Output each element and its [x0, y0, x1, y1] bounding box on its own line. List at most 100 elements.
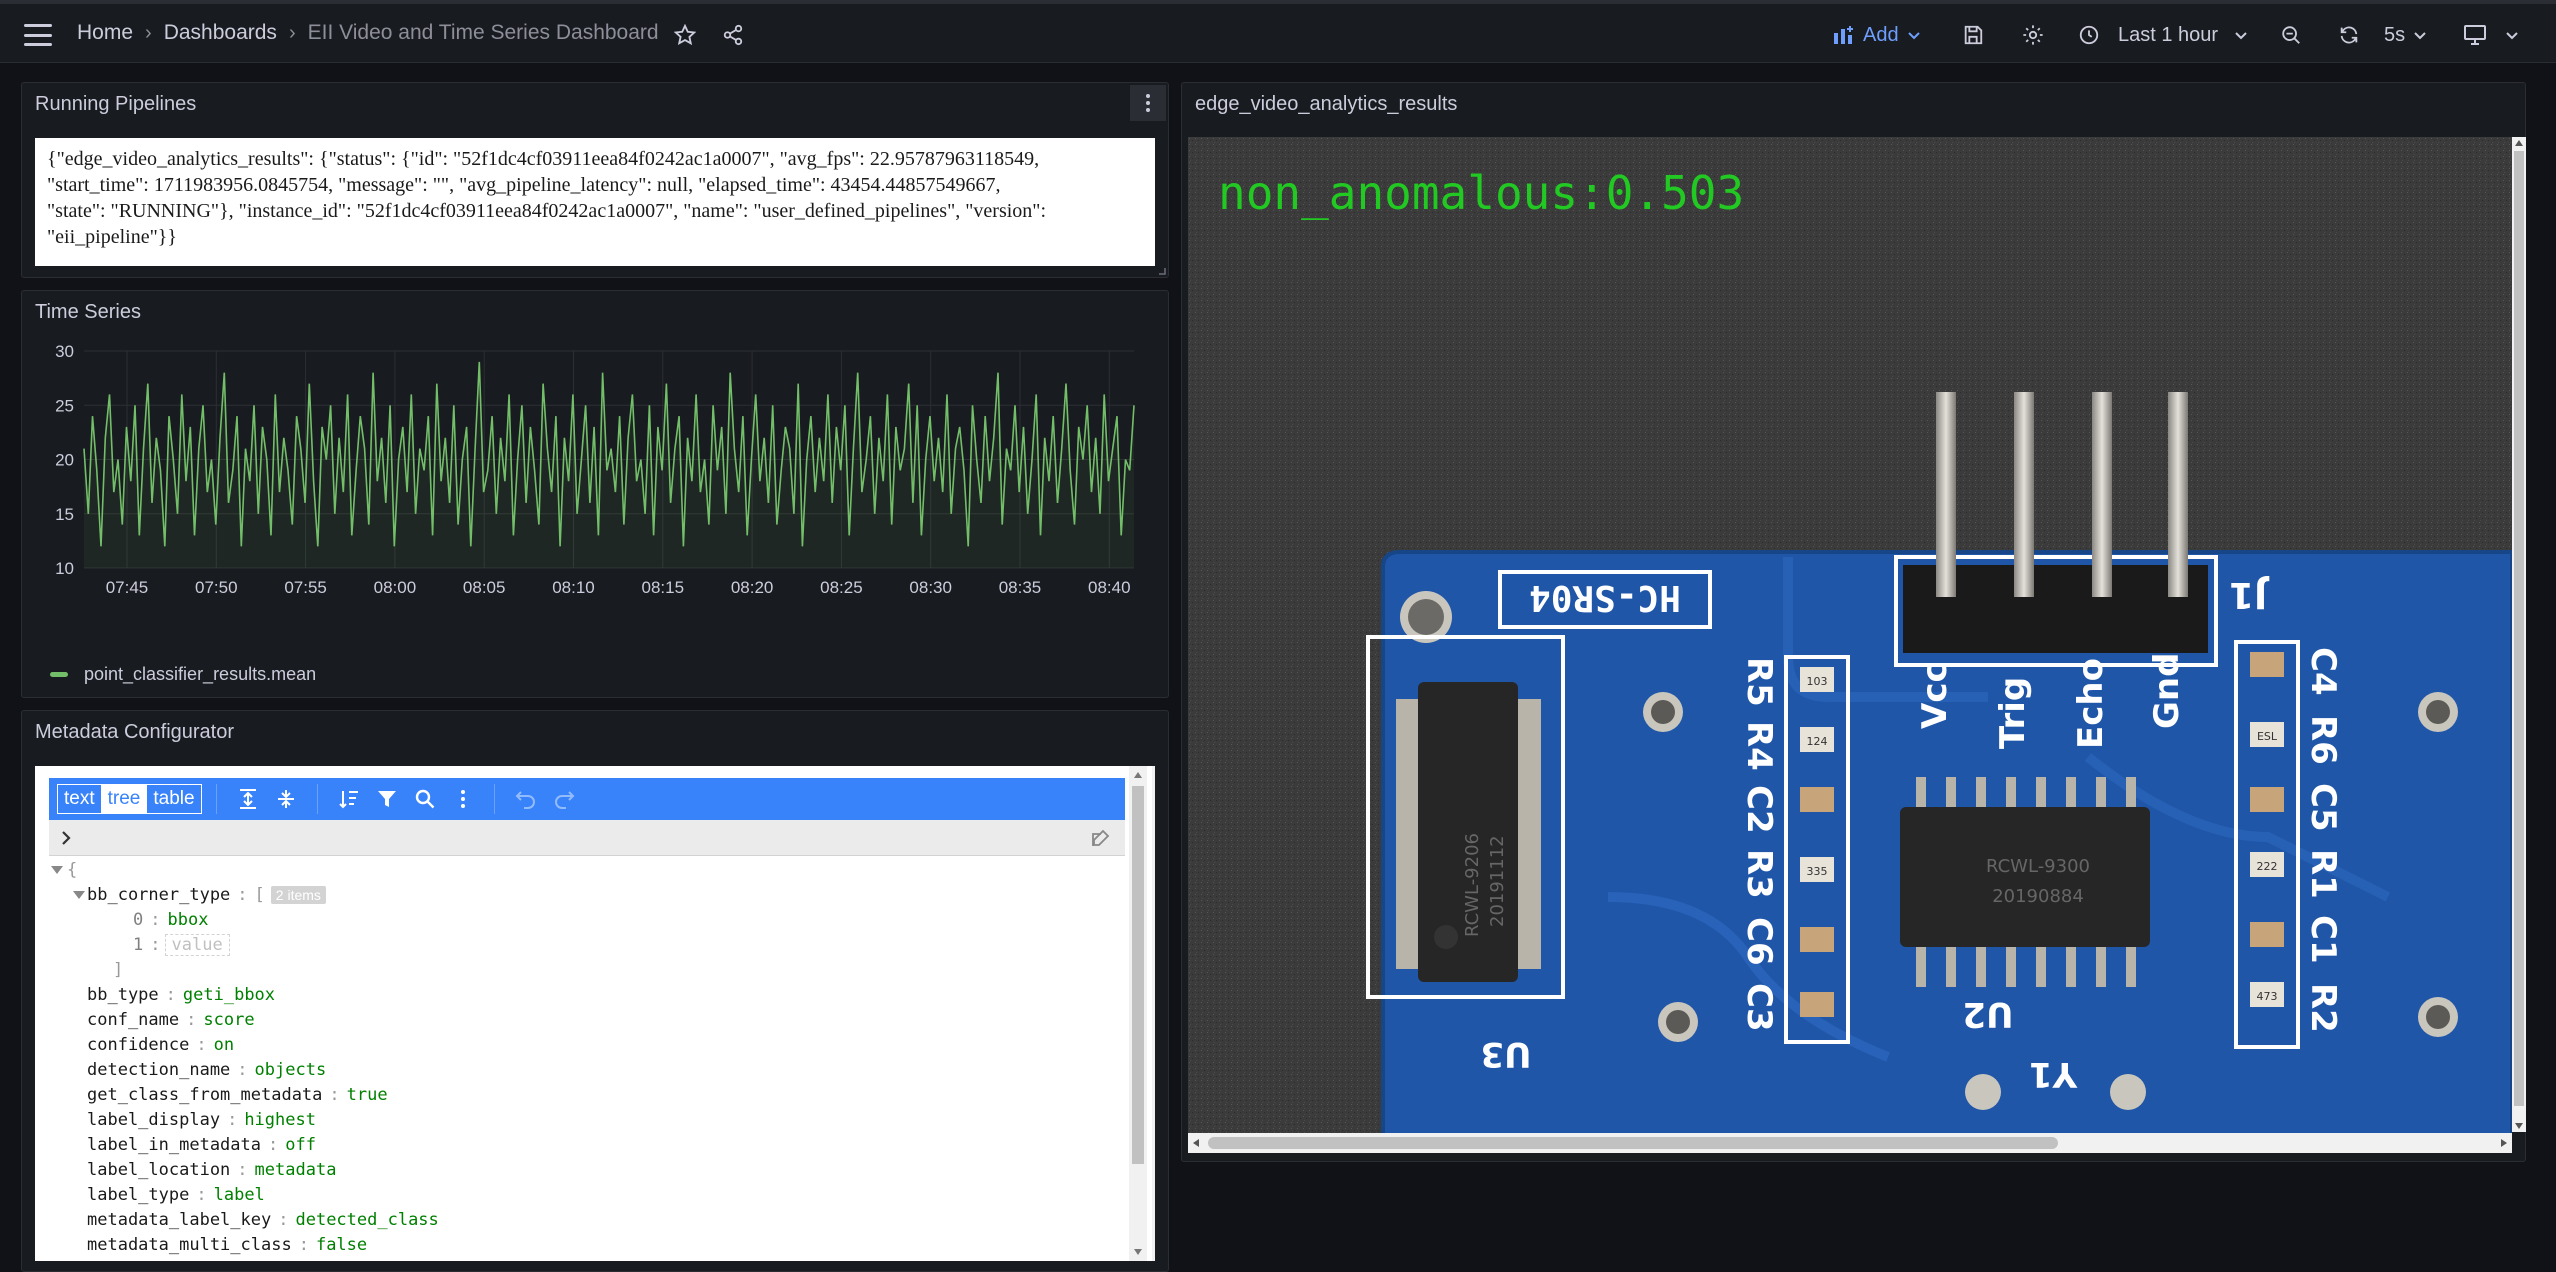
search-icon[interactable] [408, 782, 442, 816]
empty-value-field[interactable]: value [164, 934, 230, 956]
x-tick-label: 08:30 [909, 578, 952, 597]
json-editor-toolbar: text tree table [49, 778, 1125, 820]
tree-row[interactable]: bb_type: geti_bbox [87, 983, 275, 1007]
json-value[interactable]: geti_bbox [183, 985, 275, 1005]
board-label-j1: J1 [2229, 574, 2270, 615]
x-tick-label: 07:55 [284, 578, 327, 597]
add-button[interactable]: Add [1833, 18, 1921, 52]
tree-row[interactable]: confidence: on [87, 1033, 234, 1057]
redo-icon[interactable] [547, 782, 581, 816]
refresh-icon[interactable] [2334, 20, 2364, 50]
json-key[interactable]: label_location [87, 1160, 230, 1180]
breadcrumb-dashboards[interactable]: Dashboards [164, 21, 277, 45]
json-colon: : [150, 935, 161, 955]
json-colon: : [298, 1235, 309, 1255]
tree-row[interactable]: label_in_metadata: off [87, 1133, 316, 1157]
json-value[interactable]: objects [255, 1060, 327, 1080]
scroll-up-arrow-icon[interactable] [1134, 772, 1142, 778]
undo-icon[interactable] [509, 782, 543, 816]
mode-table-button[interactable]: table [147, 785, 200, 813]
json-key[interactable]: bb_type [87, 985, 159, 1005]
legend-label: point_classifier_results.mean [84, 664, 317, 684]
json-value[interactable]: highest [244, 1110, 316, 1130]
expand-triangle-icon[interactable] [73, 891, 85, 899]
video-stream-frame[interactable]: HC-SR04 J1 Vcc Trig Echo Gnd 103 124 335… [1188, 137, 2512, 1137]
breadcrumb-home[interactable]: Home [77, 21, 133, 45]
tree-row[interactable]: label_type: label [87, 1183, 265, 1207]
json-key[interactable]: label_type [87, 1185, 189, 1205]
time-range-picker[interactable]: Last 1 hour [2078, 18, 2248, 52]
tree-row[interactable]: conf_name: score [87, 1008, 255, 1032]
scrollbar-thumb[interactable] [1208, 1137, 2058, 1149]
json-key[interactable]: get_class_from_metadata [87, 1085, 322, 1105]
mode-text-button[interactable]: text [58, 785, 102, 813]
mode-tree-button[interactable]: tree [101, 785, 148, 813]
resize-handle-icon[interactable] [1156, 265, 1166, 275]
tree-row[interactable]: label_display: highest [87, 1108, 316, 1132]
zoom-out-icon[interactable] [2276, 20, 2306, 50]
vertical-scrollbar[interactable] [1129, 766, 1147, 1261]
star-icon[interactable] [670, 20, 700, 50]
video-vertical-scrollbar[interactable] [2512, 137, 2526, 1132]
tree-row[interactable]: metadata_multi_class: false [87, 1233, 367, 1257]
json-key[interactable]: conf_name [87, 1010, 179, 1030]
json-open-brace: { [67, 860, 78, 880]
tree-row[interactable]: metadata_label_key: detected_class [87, 1208, 439, 1232]
json-key[interactable]: metadata_label_key [87, 1210, 271, 1230]
json-colon: : [196, 1035, 207, 1055]
scroll-right-arrow-icon[interactable] [2501, 1139, 2507, 1147]
tree-row[interactable]: detection_name: objects [87, 1058, 326, 1082]
scrollbar-thumb[interactable] [1132, 786, 1144, 1164]
save-icon[interactable] [1958, 20, 1988, 50]
tree-row[interactable]: get_class_from_metadata: true [87, 1083, 388, 1107]
chart-legend[interactable]: point_classifier_results.mean [50, 664, 316, 685]
tree-row[interactable]: 0 : bbox [133, 908, 208, 932]
more-options-icon[interactable] [446, 782, 480, 816]
scroll-left-arrow-icon[interactable] [1193, 1139, 1199, 1147]
chevron-down-icon [2414, 32, 2426, 40]
menu-toggle-icon[interactable] [24, 24, 52, 46]
ref-label: R5 [1739, 657, 1779, 707]
json-value[interactable]: on [214, 1035, 234, 1055]
breadcrumb: Home › Dashboards › EII Video and Time S… [77, 21, 659, 45]
scrollbar-thumb[interactable] [2514, 151, 2524, 1106]
json-key[interactable]: label_display [87, 1110, 220, 1130]
edit-icon[interactable] [1089, 828, 1111, 850]
share-icon[interactable] [718, 20, 748, 50]
json-value[interactable]: true [347, 1085, 388, 1105]
json-key[interactable]: bb_corner_type [87, 885, 230, 905]
gear-icon[interactable] [2018, 20, 2048, 50]
json-value[interactable]: score [203, 1010, 254, 1030]
json-key[interactable]: confidence [87, 1035, 189, 1055]
expand-all-icon[interactable] [231, 782, 265, 816]
collapse-all-icon[interactable] [269, 782, 303, 816]
scroll-down-arrow-icon[interactable] [1134, 1249, 1142, 1255]
sort-icon[interactable] [332, 782, 366, 816]
json-value[interactable]: off [285, 1135, 316, 1155]
chevron-right-icon[interactable] [59, 830, 73, 846]
filter-icon[interactable] [370, 782, 404, 816]
json-key[interactable]: label_in_metadata [87, 1135, 261, 1155]
tree-row[interactable]: label_location: metadata [87, 1158, 336, 1182]
json-value[interactable]: metadata [255, 1160, 337, 1180]
json-value[interactable]: false [316, 1235, 367, 1255]
time-series-chart[interactable]: 30 25 20 15 10 07:45 07:50 07:55 08:00 08:05 08:10… [22, 336, 1170, 656]
tree-row[interactable]: bb_corner_type : [ 2 items [87, 883, 326, 907]
expand-triangle-icon[interactable] [51, 866, 63, 874]
smd-code: ESL [2257, 730, 2278, 743]
tree-row[interactable]: 1 : value [133, 933, 230, 957]
scroll-up-arrow-icon[interactable] [2515, 140, 2523, 146]
panel-menu-icon[interactable] [1130, 85, 1166, 121]
video-horizontal-scrollbar[interactable] [1188, 1133, 2512, 1153]
tv-mode-button[interactable] [2463, 18, 2519, 52]
board-model-label: HC-SR04 [1529, 577, 1681, 618]
scroll-down-arrow-icon[interactable] [2515, 1123, 2523, 1129]
json-value[interactable]: bbox [168, 910, 209, 930]
chip-marking: RCWL-9206 [1462, 833, 1483, 937]
json-key[interactable]: detection_name [87, 1060, 230, 1080]
refresh-interval-picker[interactable]: 5s [2384, 18, 2427, 52]
json-value[interactable]: detected_class [295, 1210, 438, 1230]
video-image: HC-SR04 J1 Vcc Trig Echo Gnd 103 124 335… [1188, 137, 2512, 1137]
json-key[interactable]: metadata_multi_class [87, 1235, 292, 1255]
json-value[interactable]: label [214, 1185, 265, 1205]
